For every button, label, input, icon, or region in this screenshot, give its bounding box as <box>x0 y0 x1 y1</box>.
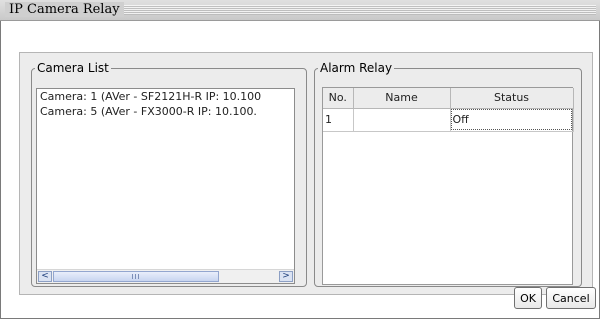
scroll-left-icon[interactable]: < <box>38 271 52 282</box>
camera-list-group: Camera List Camera: 1 (AVer - SF2121H-R … <box>31 61 307 287</box>
camera-list-item[interactable]: Camera: 5 (AVer - FX3000-R IP: 10.100. <box>37 104 294 119</box>
alarm-relay-legend: Alarm Relay <box>320 61 393 75</box>
table-header-row: No. Name Status <box>323 88 574 109</box>
column-header-status[interactable]: Status <box>450 88 574 109</box>
relay-name-cell[interactable] <box>353 108 451 132</box>
alarm-relay-table[interactable]: No. Name Status 1 Off <box>322 87 574 285</box>
relay-status-cell[interactable]: Off <box>450 108 574 132</box>
title-bar: IP Camera Relay <box>0 0 600 21</box>
ok-button[interactable]: OK <box>514 287 542 309</box>
scroll-right-icon[interactable]: > <box>279 271 293 282</box>
content-panel: Camera List Camera: 1 (AVer - SF2121H-R … <box>19 52 593 295</box>
camera-list-item[interactable]: Camera: 1 (AVer - SF2121H-R IP: 10.100 <box>37 89 294 104</box>
camera-list-legend: Camera List <box>37 61 109 75</box>
table-row[interactable]: 1 Off <box>323 108 574 132</box>
column-header-name[interactable]: Name <box>353 88 451 109</box>
column-header-no[interactable]: No. <box>323 88 354 109</box>
cancel-button[interactable]: Cancel <box>546 287 596 309</box>
scrollbar-grip-icon <box>132 274 140 279</box>
scrollbar-thumb[interactable] <box>53 271 219 282</box>
camera-listbox[interactable]: Camera: 1 (AVer - SF2121H-R IP: 10.100 C… <box>36 88 295 284</box>
alarm-relay-group: Alarm Relay No. Name Status 1 Off <box>314 61 582 287</box>
window-title: IP Camera Relay <box>5 2 124 17</box>
title-bar-grip <box>120 5 596 15</box>
relay-no-cell: 1 <box>323 108 354 132</box>
horizontal-scrollbar[interactable]: < > <box>37 269 294 283</box>
dialog-body: Camera List Camera: 1 (AVer - SF2121H-R … <box>0 21 600 319</box>
